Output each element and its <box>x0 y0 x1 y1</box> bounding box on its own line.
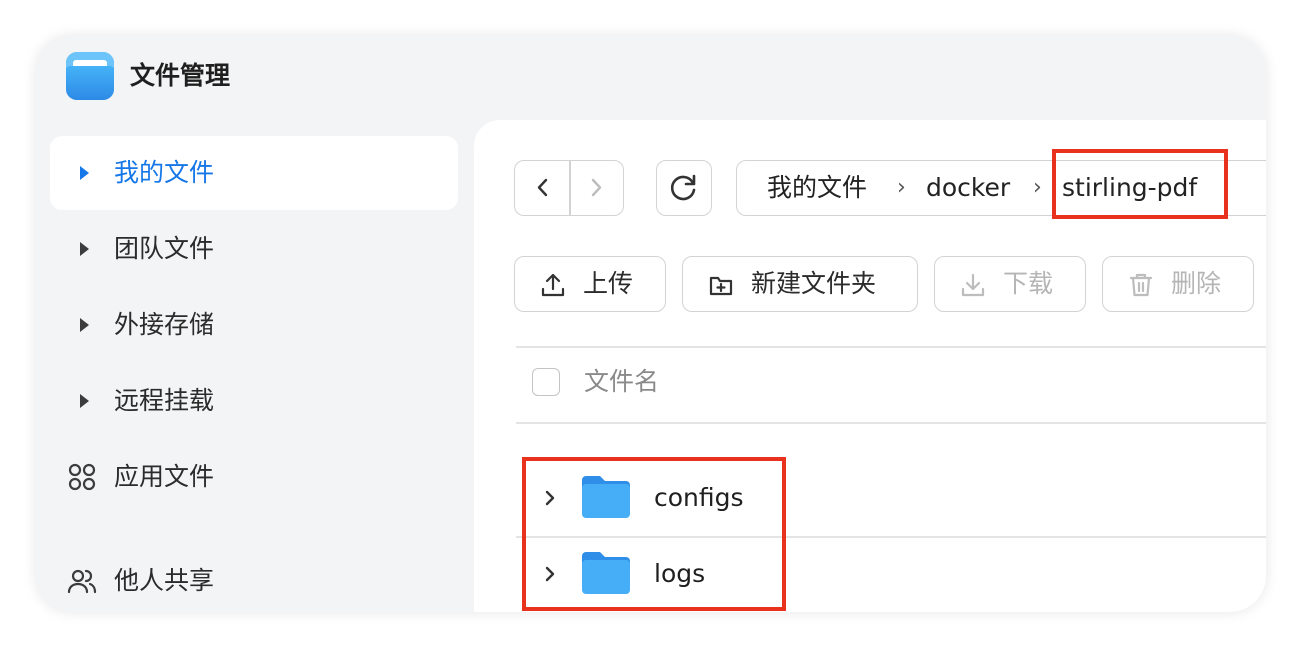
divider <box>516 346 1266 348</box>
download-button[interactable]: 下载 <box>934 256 1086 312</box>
sidebar-item-label: 外接存储 <box>114 310 215 339</box>
column-header-filename[interactable]: 文件名 <box>584 364 659 400</box>
caret-right-icon <box>80 318 89 332</box>
breadcrumb-item-my-files[interactable]: 我的文件 <box>767 170 867 206</box>
sidebar-item-label: 远程挂载 <box>114 386 215 415</box>
sidebar-item-label: 我的文件 <box>114 158 215 187</box>
upload-icon <box>541 273 565 297</box>
sidebar-item-label: 他人共享 <box>114 566 215 595</box>
new-folder-button[interactable]: 新建文件夹 <box>682 256 918 312</box>
file-manager-app-icon <box>66 52 114 100</box>
annotation-highlight-box <box>1052 149 1228 219</box>
annotation-highlight-box <box>522 457 786 611</box>
sidebar-item-my-files[interactable]: 我的文件 <box>50 136 458 210</box>
sidebar-item-label: 应用文件 <box>114 462 215 491</box>
caret-right-icon <box>80 242 89 256</box>
new-folder-label: 新建文件夹 <box>751 269 877 298</box>
download-label: 下载 <box>1003 269 1054 298</box>
trash-icon <box>1129 273 1153 297</box>
upload-label: 上传 <box>583 269 634 298</box>
sidebar-item-external-storage[interactable]: 外接存储 <box>50 288 458 362</box>
sidebar-item-label: 团队文件 <box>114 234 215 263</box>
sidebar-item-shared-with-me[interactable]: 他人共享 <box>50 544 458 612</box>
upload-button[interactable]: 上传 <box>514 256 666 312</box>
refresh-icon <box>670 174 696 201</box>
app-title: 文件管理 <box>130 61 231 90</box>
refresh-button[interactable] <box>656 160 712 216</box>
delete-label: 删除 <box>1171 269 1222 298</box>
apps-grid-icon <box>68 463 96 491</box>
breadcrumb-item-docker[interactable]: docker <box>926 170 1010 206</box>
chevron-right-icon <box>591 178 602 197</box>
main-panel: 我的文件 › docker › stirling-pdf 上传 新建文件夹 下载 <box>474 120 1266 612</box>
breadcrumb-separator: › <box>1033 175 1042 200</box>
download-icon <box>961 273 985 297</box>
sidebar: 我的文件 团队文件 外接存储 远程挂载 应用文件 他人共享 <box>50 136 458 612</box>
caret-right-icon <box>80 166 89 180</box>
divider <box>516 422 1266 424</box>
sidebar-item-remote-mount[interactable]: 远程挂载 <box>50 364 458 438</box>
folder-plus-icon <box>709 276 733 296</box>
select-all-checkbox[interactable] <box>532 368 560 396</box>
sidebar-item-team-files[interactable]: 团队文件 <box>50 212 458 286</box>
caret-right-icon <box>80 394 89 408</box>
forward-button[interactable] <box>570 161 624 214</box>
users-icon <box>67 569 97 594</box>
title-bar: 文件管理 <box>36 36 1266 120</box>
delete-button[interactable]: 删除 <box>1102 256 1254 312</box>
sidebar-item-app-files[interactable]: 应用文件 <box>50 440 458 514</box>
breadcrumb-separator: › <box>897 175 906 200</box>
chevron-left-icon <box>537 178 548 197</box>
history-nav <box>514 160 624 216</box>
back-button[interactable] <box>515 161 569 214</box>
file-manager-window: 文件管理 我的文件 团队文件 外接存储 远程挂载 应用文件 他人共享 我的文件 … <box>36 36 1266 612</box>
